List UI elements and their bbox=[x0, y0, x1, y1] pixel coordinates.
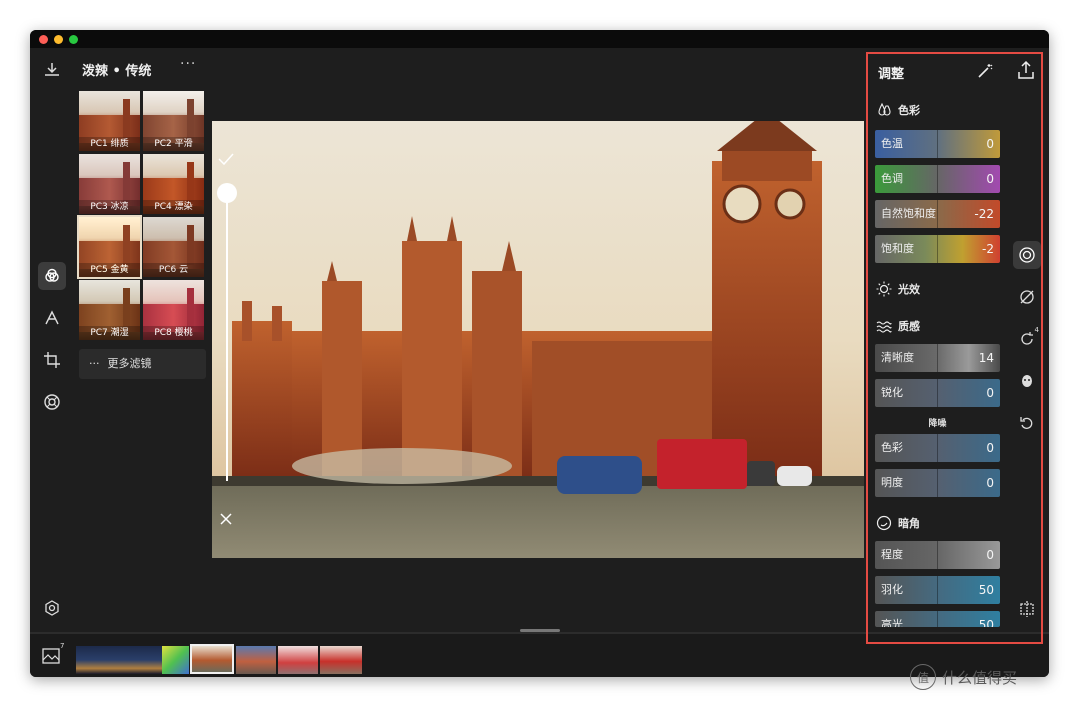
gallery-icon[interactable]: 7 bbox=[42, 642, 64, 669]
filter-panel-title: 泼辣 • 传统 bbox=[82, 64, 152, 79]
photo-canvas[interactable] bbox=[212, 121, 864, 558]
more-filters-label: 更多滤镜 bbox=[107, 357, 152, 370]
filter-label: PC7 潮湿 bbox=[79, 326, 140, 340]
london-photo bbox=[212, 121, 864, 558]
zoom-window-button[interactable] bbox=[69, 35, 78, 44]
gallery-badge: 7 bbox=[60, 642, 65, 650]
more-filters-button[interactable]: ··· 更多滤镜 bbox=[79, 349, 206, 379]
lifebuoy-icon[interactable] bbox=[38, 388, 66, 416]
strength-slider-track[interactable] bbox=[226, 191, 228, 481]
download-icon[interactable] bbox=[38, 56, 66, 84]
cancel-x-icon[interactable] bbox=[219, 511, 233, 530]
filmstrip-thumb-selected[interactable] bbox=[190, 644, 234, 674]
filter-label: PC2 平滑 bbox=[143, 137, 204, 151]
filter-thumb[interactable]: PC2 平滑 bbox=[143, 91, 204, 151]
filter-thumb[interactable]: PC3 冰凉 bbox=[79, 154, 140, 214]
filter-label: PC5 金黄 bbox=[79, 263, 140, 277]
filter-label: PC8 樱桃 bbox=[143, 326, 204, 340]
filter-icon[interactable] bbox=[38, 262, 66, 290]
filter-thumb[interactable]: PC1 绯质 bbox=[79, 91, 140, 151]
filmstrip-thumb[interactable] bbox=[76, 646, 162, 674]
filter-label: PC4 漂染 bbox=[143, 200, 204, 214]
filmstrip-thumb[interactable] bbox=[278, 646, 318, 674]
title-bar bbox=[30, 30, 1049, 48]
watermark-text: 什么值得买 bbox=[942, 668, 1018, 687]
watermark-logo: 值 bbox=[910, 664, 936, 690]
close-window-button[interactable] bbox=[39, 35, 48, 44]
filmstrip-thumb[interactable] bbox=[162, 646, 189, 674]
watermark-logo-text: 值 bbox=[916, 670, 929, 685]
filter-more-button[interactable]: ··· bbox=[180, 56, 196, 72]
filmstrip-thumb[interactable] bbox=[320, 646, 362, 674]
settings-icon[interactable] bbox=[38, 594, 66, 622]
filter-thumb[interactable]: PC6 云 bbox=[143, 217, 204, 277]
watermark: 值 什么值得买 bbox=[910, 664, 1017, 690]
tool-column bbox=[30, 48, 74, 628]
filter-thumb-selected[interactable]: PC5 金黄 bbox=[77, 215, 142, 279]
more-filters-dots: ··· bbox=[89, 357, 100, 370]
apply-check-icon[interactable] bbox=[217, 151, 235, 170]
filter-label: PC6 云 bbox=[143, 263, 204, 277]
filter-thumb[interactable]: PC8 樱桃 bbox=[143, 280, 204, 340]
highlight-box bbox=[866, 52, 1043, 644]
filter-thumb[interactable]: PC4 漂染 bbox=[143, 154, 204, 214]
filter-thumb[interactable]: PC7 潮湿 bbox=[79, 280, 140, 340]
filmstrip-thumb[interactable] bbox=[236, 646, 276, 674]
strength-slider-handle[interactable] bbox=[217, 183, 237, 203]
text-icon[interactable] bbox=[38, 304, 66, 332]
minimize-window-button[interactable] bbox=[54, 35, 63, 44]
filter-label: PC3 冰凉 bbox=[79, 200, 140, 214]
filter-label: PC1 绯质 bbox=[79, 137, 140, 151]
crop-icon[interactable] bbox=[38, 346, 66, 374]
